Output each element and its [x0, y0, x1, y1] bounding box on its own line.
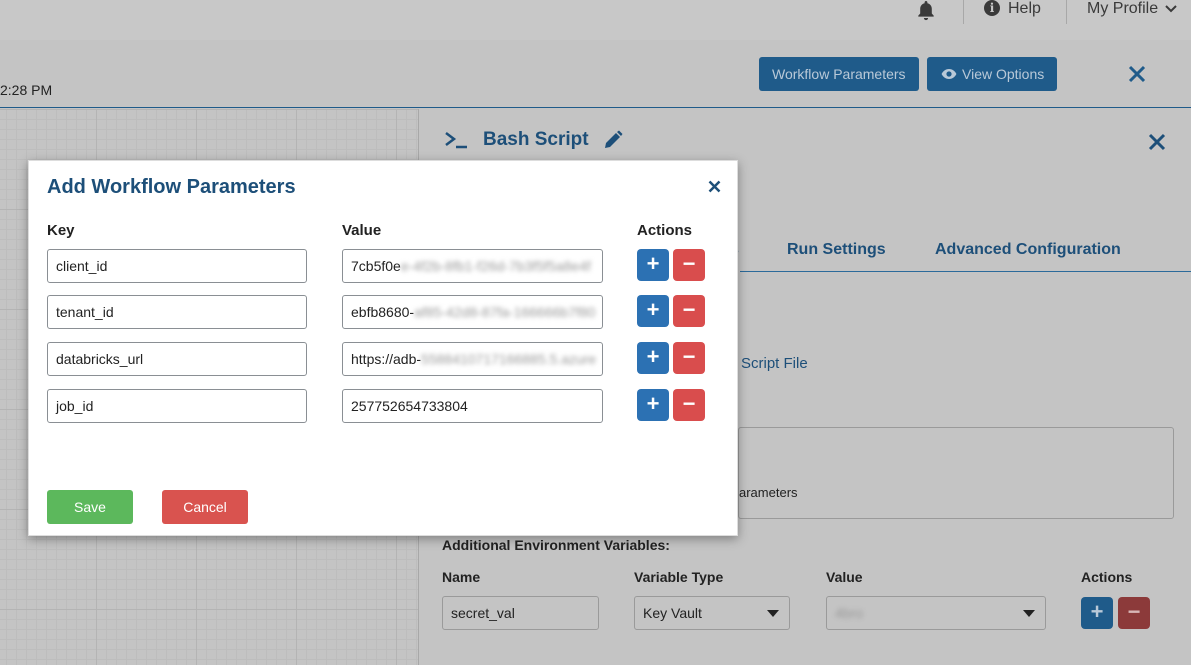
- remove-row-button[interactable]: −: [673, 249, 705, 281]
- workflow-parameters-button[interactable]: Workflow Parameters: [759, 57, 919, 91]
- value-text: 7cb5f0e: [351, 258, 401, 274]
- key-input[interactable]: client_id: [47, 249, 307, 283]
- env-type-select[interactable]: Key Vault: [634, 596, 790, 630]
- value-input[interactable]: 7cb5f0ee-4f2b-8fb1-f26d-7b3f5f5a8e4f: [342, 249, 603, 283]
- remove-row-button[interactable]: −: [673, 389, 705, 421]
- pencil-edit-icon[interactable]: [603, 130, 623, 150]
- eye-icon: [941, 69, 957, 79]
- col-header-key: Key: [47, 222, 75, 239]
- script-textarea[interactable]: arameters: [738, 427, 1174, 519]
- value-input[interactable]: https://adb-5588410717166885.5.azure: [342, 342, 603, 376]
- env-add-button[interactable]: +: [1081, 597, 1113, 629]
- add-row-button[interactable]: +: [637, 249, 669, 281]
- chevron-down-icon: [1164, 5, 1177, 13]
- env-type-value: Key Vault: [643, 605, 702, 621]
- remove-row-button[interactable]: −: [673, 295, 705, 327]
- top-nav-bar: i Help My Profile: [0, 0, 1191, 40]
- remove-row-button[interactable]: −: [673, 342, 705, 374]
- terminal-icon: [445, 132, 467, 149]
- close-panel-icon[interactable]: [1148, 133, 1166, 151]
- env-col-actions: Actions: [1081, 569, 1133, 585]
- env-vars-heading: Additional Environment Variables:: [442, 537, 670, 553]
- add-row-button[interactable]: +: [637, 295, 669, 327]
- caret-down-icon: [1023, 610, 1035, 617]
- view-options-button[interactable]: View Options: [927, 57, 1058, 91]
- col-header-actions: Actions: [637, 222, 693, 239]
- key-input[interactable]: job_id: [47, 389, 307, 423]
- info-circle-icon: i: [984, 0, 1000, 16]
- save-button[interactable]: Save: [47, 490, 133, 524]
- my-profile-menu[interactable]: My Profile: [1087, 0, 1177, 18]
- close-modal-icon[interactable]: [708, 180, 721, 193]
- add-row-button[interactable]: +: [637, 342, 669, 374]
- tabs-underline: [740, 271, 1191, 272]
- tab-advanced-configuration[interactable]: Advanced Configuration: [935, 241, 1121, 259]
- help-link[interactable]: i Help: [984, 0, 1041, 18]
- env-value-select[interactable]: 4bro: [826, 596, 1046, 630]
- script-file-option[interactable]: Script File: [741, 355, 808, 372]
- value-masked: 5588410717166885.5.azure: [421, 351, 597, 367]
- divider: [963, 0, 964, 24]
- env-remove-button[interactable]: −: [1118, 597, 1150, 629]
- divider: [1066, 0, 1067, 24]
- profile-label: My Profile: [1087, 0, 1159, 17]
- workflow-parameters-label: Workflow Parameters: [772, 66, 906, 82]
- textarea-text: arameters: [739, 485, 798, 500]
- add-workflow-parameters-modal: Add Workflow Parameters Key Value Action…: [28, 160, 738, 536]
- env-col-value: Value: [826, 569, 863, 585]
- workflow-toolbar: 2:28 PM Workflow Parameters View Options: [0, 40, 1191, 108]
- key-input[interactable]: databricks_url: [47, 342, 307, 376]
- value-text: https://adb-: [351, 351, 422, 367]
- value-masked: af85-42d8-87fa-166666b7f80: [414, 304, 596, 320]
- notification-bell-icon[interactable]: [916, 0, 936, 22]
- add-row-button[interactable]: +: [637, 389, 669, 421]
- env-value-masked: 4bro: [835, 605, 864, 621]
- env-col-variable-type: Variable Type: [634, 569, 724, 585]
- caret-down-icon: [767, 610, 779, 617]
- env-name-input[interactable]: secret_val: [442, 596, 599, 630]
- view-options-label: View Options: [962, 66, 1045, 82]
- env-col-name: Name: [442, 569, 481, 585]
- panel-title: Bash Script: [483, 129, 589, 150]
- key-input[interactable]: tenant_id: [47, 295, 307, 329]
- tab-run-settings[interactable]: Run Settings: [787, 241, 886, 259]
- help-label: Help: [1008, 0, 1041, 17]
- value-input[interactable]: ebfb8680-af85-42d8-87fa-166666b7f80: [342, 295, 603, 329]
- value-input[interactable]: 257752654733804: [342, 389, 603, 423]
- modal-title: Add Workflow Parameters: [47, 176, 296, 198]
- col-header-value: Value: [342, 222, 382, 239]
- value-text: ebfb8680-: [351, 304, 415, 320]
- last-saved-time: 2:28 PM: [0, 82, 53, 98]
- value-masked: e-4f2b-8fb1-f26d-7b3f5f5a8e4f: [400, 258, 591, 274]
- close-icon[interactable]: [1127, 64, 1147, 84]
- cancel-button[interactable]: Cancel: [162, 490, 248, 524]
